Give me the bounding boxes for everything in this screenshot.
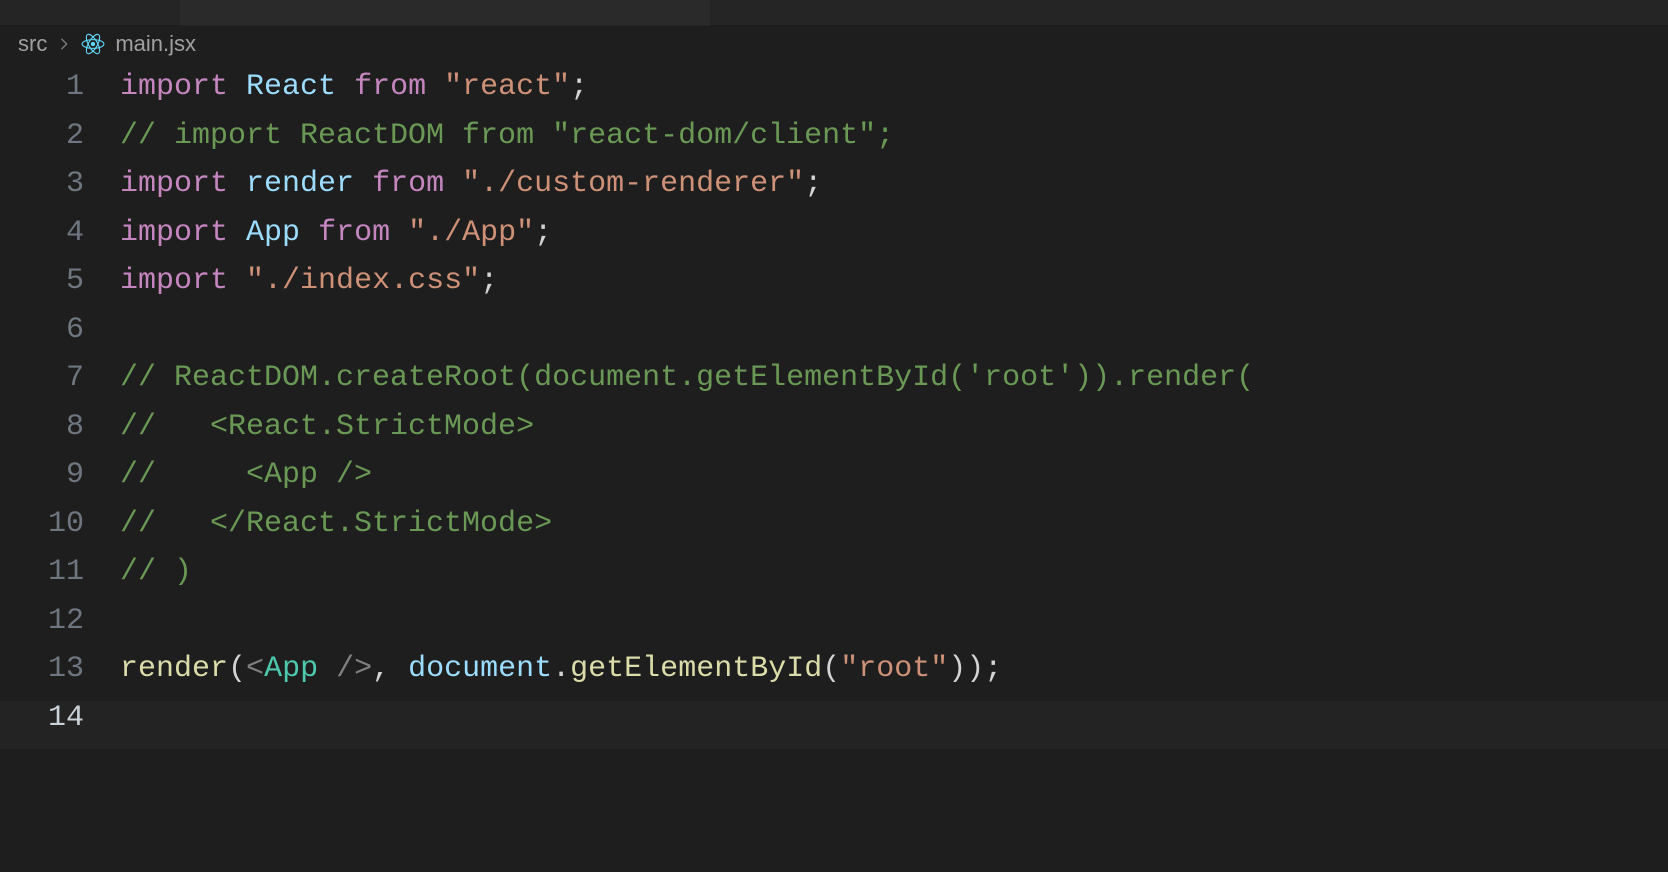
breadcrumb-segment-folder[interactable]: src [18,31,47,57]
line-number[interactable]: 14 [0,701,120,735]
line-content[interactable]: import App from "./App"; [120,216,1668,250]
line-content[interactable]: render(<App />, document.getElementById(… [120,652,1668,686]
code-token-jsxtag: App [264,652,318,686]
code-token-punct [300,216,318,250]
line-number[interactable]: 9 [0,458,120,492]
code-token-punct: ; [480,264,498,298]
line-number[interactable]: 6 [0,313,120,347]
line-content[interactable]: // ReactDOM.createRoot(document.getEleme… [120,361,1668,395]
code-line[interactable]: 14 [0,701,1668,750]
breadcrumb-segment-file[interactable]: main.jsx [115,31,196,57]
code-line[interactable]: 9// <App /> [0,458,1668,507]
code-line[interactable]: 11// ) [0,555,1668,604]
line-content[interactable]: // <App /> [120,458,1668,492]
code-token-comment: // </React.StrictMode> [120,507,552,541]
code-token-punct: ; [804,167,822,201]
code-line[interactable]: 6 [0,313,1668,362]
react-icon [81,32,105,56]
code-token-punct: ; [570,70,588,104]
breadcrumb[interactable]: src main.jsx [0,26,1668,62]
code-token-kw: from [372,167,444,201]
line-number[interactable]: 12 [0,604,120,638]
code-token-kw: import [120,264,228,298]
code-token-comment: // ReactDOM.createRoot(document.getEleme… [120,361,1254,395]
code-token-punct [426,70,444,104]
code-line[interactable]: 5import "./index.css"; [0,264,1668,313]
line-number[interactable]: 4 [0,216,120,250]
code-token-var: render [246,167,354,201]
line-number[interactable]: 10 [0,507,120,541]
code-token-punct: ; [534,216,552,250]
code-line[interactable]: 13render(<App />, document.getElementByI… [0,652,1668,701]
editor-tab-bar [0,0,1668,26]
code-token-punct [354,167,372,201]
code-token-str: "./custom-renderer" [462,167,804,201]
line-number[interactable]: 8 [0,410,120,444]
code-token-kw: import [120,167,228,201]
line-number[interactable]: 2 [0,119,120,153]
code-line[interactable]: 3import render from "./custom-renderer"; [0,167,1668,216]
code-token-punct: )); [948,652,1002,686]
code-editor[interactable]: 1import React from "react";2// import Re… [0,62,1668,749]
code-token-comment: // import ReactDOM from "react-dom/clien… [120,119,894,153]
code-token-str: "react" [444,70,570,104]
code-token-comment: // <React.StrictMode> [120,410,534,444]
code-token-punct [228,216,246,250]
code-line[interactable]: 12 [0,604,1668,653]
code-token-var: App [246,216,300,250]
code-line[interactable]: 1import React from "react"; [0,70,1668,119]
line-number[interactable]: 5 [0,264,120,298]
code-token-var: React [246,70,336,104]
code-token-punct [390,216,408,250]
code-token-punct [336,70,354,104]
code-line[interactable]: 2// import ReactDOM from "react-dom/clie… [0,119,1668,168]
code-token-func: render [120,652,228,686]
code-token-kw: from [354,70,426,104]
line-number[interactable]: 7 [0,361,120,395]
line-number[interactable]: 11 [0,555,120,589]
line-number[interactable]: 1 [0,70,120,104]
line-number[interactable]: 13 [0,652,120,686]
code-line[interactable]: 8// <React.StrictMode> [0,410,1668,459]
line-number[interactable]: 3 [0,167,120,201]
chevron-right-icon [57,31,71,57]
code-token-punct: , [372,652,408,686]
line-content[interactable]: import React from "react"; [120,70,1668,104]
code-token-jsxbr: /> [336,652,372,686]
code-token-punct [228,70,246,104]
code-token-str: "root" [840,652,948,686]
line-content[interactable]: // <React.StrictMode> [120,410,1668,444]
line-content[interactable]: // import ReactDOM from "react-dom/clien… [120,119,1668,153]
line-content[interactable]: // ) [120,555,1668,589]
code-line[interactable]: 4import App from "./App"; [0,216,1668,265]
code-token-comment: // ) [120,555,192,589]
code-token-comment: // <App /> [120,458,372,492]
code-token-kw: import [120,70,228,104]
code-token-str: "./App" [408,216,534,250]
code-token-jsxbr: < [246,652,264,686]
code-token-kw: from [318,216,390,250]
code-token-punct [228,264,246,298]
code-line[interactable]: 10// </React.StrictMode> [0,507,1668,556]
code-token-punct: ( [228,652,246,686]
code-token-punct [444,167,462,201]
line-content[interactable]: import "./index.css"; [120,264,1668,298]
code-token-func: getElementById [570,652,822,686]
code-token-var: document [408,652,552,686]
code-token-kw: import [120,216,228,250]
tab-bar-inactive-region [180,0,710,26]
line-content[interactable]: import render from "./custom-renderer"; [120,167,1668,201]
code-token-punct: . [552,652,570,686]
code-token-punct [318,652,336,686]
code-token-punct [228,167,246,201]
code-line[interactable]: 7// ReactDOM.createRoot(document.getElem… [0,361,1668,410]
code-token-str: "./index.css" [246,264,480,298]
code-token-punct: ( [822,652,840,686]
line-content[interactable]: // </React.StrictMode> [120,507,1668,541]
